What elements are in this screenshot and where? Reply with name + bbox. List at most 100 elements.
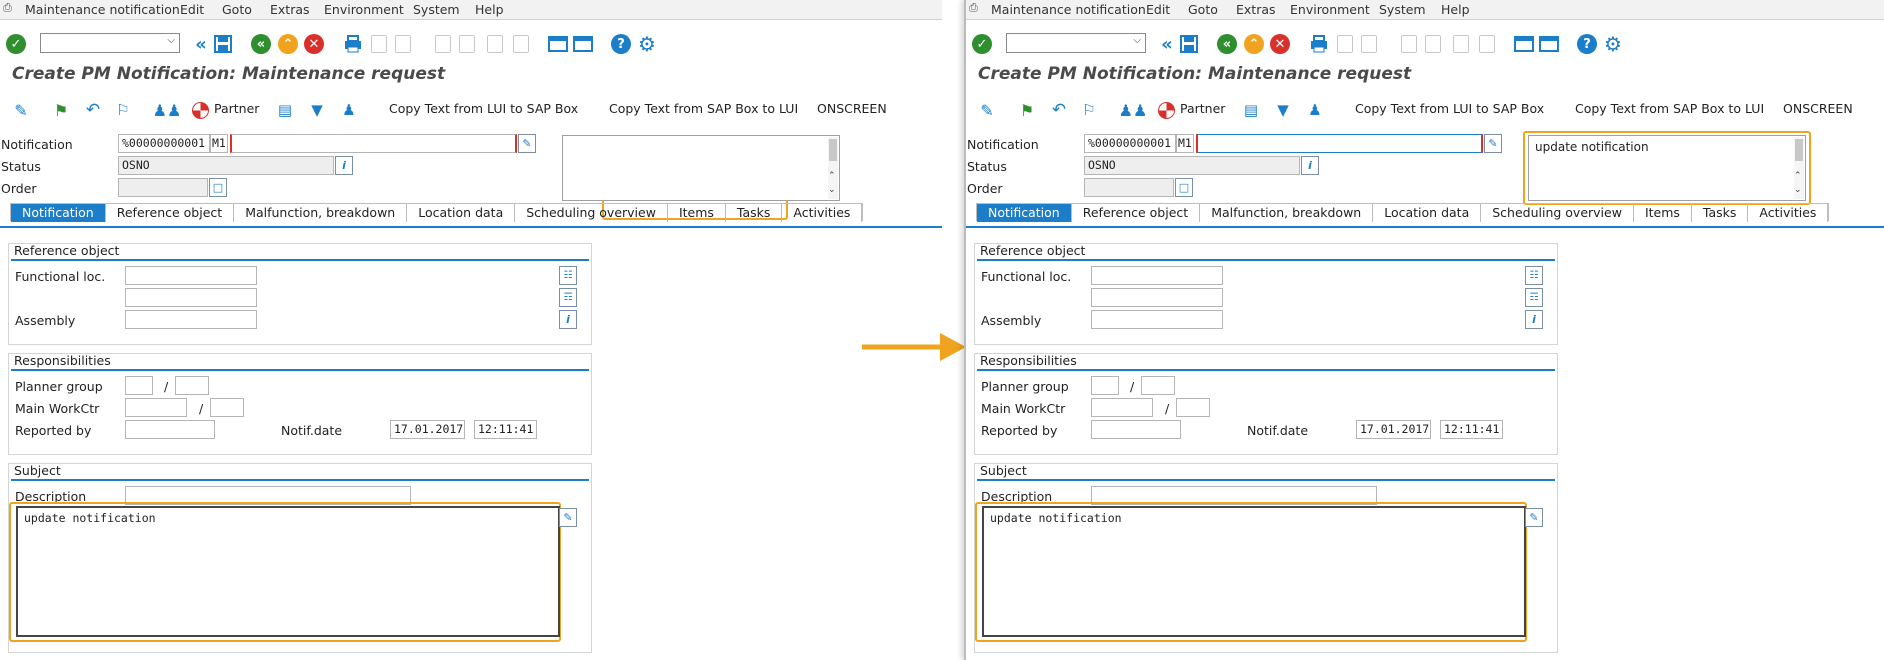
undo-icon[interactable]: ↶	[82, 99, 104, 121]
display-change-icon[interactable]: ✎	[976, 99, 998, 121]
long-text-edit-icon[interactable]: ✎	[1484, 134, 1502, 153]
create-session-icon[interactable]	[547, 33, 569, 55]
partner-button[interactable]: Partner	[1180, 101, 1225, 116]
menu-help[interactable]: Help	[1441, 2, 1470, 17]
sap-menu-icon[interactable]: ⎙	[3, 1, 12, 15]
main-workctr-input[interactable]	[125, 398, 187, 417]
reported-by-input[interactable]	[125, 420, 215, 439]
print-icon[interactable]	[1308, 33, 1330, 55]
onscreen-button[interactable]: ONSCREEN	[817, 101, 887, 116]
settings-gear-icon[interactable]: ⚙	[1602, 32, 1624, 56]
menu-system[interactable]: System	[413, 2, 460, 17]
info-icon[interactable]: i	[559, 310, 577, 329]
status-info-icon[interactable]: i	[335, 156, 353, 175]
tab-malfunction-breakdown[interactable]: Malfunction, breakdown	[234, 204, 408, 222]
tab-malfunction-breakdown[interactable]: Malfunction, breakdown	[1200, 204, 1374, 222]
download-icon[interactable]: ▼	[1272, 99, 1294, 121]
partner-icon[interactable]	[189, 99, 211, 121]
menu-help[interactable]: Help	[475, 2, 504, 17]
double-left-icon[interactable]: «	[1156, 33, 1178, 55]
tab-items[interactable]: Items	[668, 204, 726, 222]
copy-lui-to-sap-button[interactable]: Copy Text from LUI to SAP Box	[1355, 101, 1544, 116]
sap-menu-icon[interactable]: ⎙	[969, 1, 978, 15]
settings-gear-icon[interactable]: ⚙	[636, 32, 658, 56]
print-icon[interactable]	[342, 33, 364, 55]
save-icon[interactable]	[1178, 33, 1200, 55]
menu-edit[interactable]: Edit	[180, 2, 204, 17]
tab-reference-object[interactable]: Reference object	[1072, 204, 1201, 222]
checkered-flag-icon[interactable]: ⚐	[1078, 99, 1100, 121]
download-icon[interactable]: ▼	[306, 99, 328, 121]
help-icon[interactable]: ?	[610, 33, 632, 55]
exit-icon[interactable]: ⌃	[277, 33, 299, 55]
command-field[interactable]: ⌵	[1006, 33, 1146, 53]
assembly-input[interactable]	[1091, 310, 1223, 329]
command-field[interactable]: ⌵	[40, 33, 180, 53]
long-text-editor[interactable]: update notification	[16, 506, 560, 637]
tab-scheduling-overview[interactable]: Scheduling overview	[1481, 204, 1634, 222]
menu-extras[interactable]: Extras	[270, 2, 310, 17]
back-icon[interactable]: «	[250, 33, 272, 55]
tab-location-data[interactable]: Location data	[407, 204, 516, 222]
shortcut-icon[interactable]	[572, 33, 594, 55]
planner-group-input[interactable]	[1091, 376, 1119, 395]
notification-short-text-input[interactable]	[1196, 134, 1483, 153]
tab-activities[interactable]: Activities	[782, 204, 863, 222]
notif-date-input[interactable]: 17.01.2017	[390, 420, 465, 439]
assembly-input[interactable]	[125, 310, 257, 329]
functional-loc-input[interactable]	[125, 266, 257, 285]
copy-lui-to-sap-button[interactable]: Copy Text from LUI to SAP Box	[389, 101, 578, 116]
tab-tasks[interactable]: Tasks	[1692, 204, 1749, 222]
hierarchy-icon[interactable]: ☶	[559, 288, 577, 307]
menu-system[interactable]: System	[1379, 2, 1426, 17]
workctr-plant-input[interactable]	[1176, 398, 1210, 417]
cancel-icon[interactable]: ✕	[1269, 33, 1291, 55]
status-info-icon[interactable]: i	[1301, 156, 1319, 175]
lui-text-scrollbar[interactable]: ⌃ ⌄	[1794, 137, 1804, 199]
list-icon[interactable]: ▤	[1240, 99, 1262, 121]
create-session-icon[interactable]	[1513, 33, 1535, 55]
notif-time-input[interactable]: 12:11:41	[474, 420, 537, 439]
planning-plant-input[interactable]	[175, 376, 209, 395]
help-icon[interactable]: ?	[1576, 33, 1598, 55]
copy-sap-to-lui-button[interactable]: Copy Text from SAP Box to LUI	[609, 101, 798, 116]
lui-text-box[interactable]	[562, 135, 840, 201]
flag-icon[interactable]: ⚑	[1016, 99, 1038, 121]
display-change-icon[interactable]: ✎	[10, 99, 32, 121]
back-icon[interactable]: «	[1216, 33, 1238, 55]
menu-maintenance-notification[interactable]: Maintenance notification	[991, 2, 1146, 17]
notif-date-input[interactable]: 17.01.2017	[1356, 420, 1431, 439]
users-icon[interactable]: ♟♟	[153, 99, 182, 121]
planning-plant-input[interactable]	[1141, 376, 1175, 395]
structure-icon[interactable]: ☷	[559, 266, 577, 285]
save-icon[interactable]	[212, 33, 234, 55]
create-order-icon[interactable]: □	[209, 178, 227, 197]
long-text-edit-button-icon[interactable]: ✎	[1525, 508, 1543, 527]
list-icon[interactable]: ▤	[274, 99, 296, 121]
reported-by-input[interactable]	[1091, 420, 1181, 439]
menu-extras[interactable]: Extras	[1236, 2, 1276, 17]
notification-short-text-input[interactable]	[230, 134, 517, 153]
checkered-flag-icon[interactable]: ⚐	[112, 99, 134, 121]
user-list-icon[interactable]: ♟	[338, 99, 360, 121]
structure-icon[interactable]: ☷	[1525, 266, 1543, 285]
hierarchy-icon[interactable]: ☶	[1525, 288, 1543, 307]
notif-time-input[interactable]: 12:11:41	[1440, 420, 1503, 439]
main-workctr-input[interactable]	[1091, 398, 1153, 417]
lui-text-box[interactable]: update notification	[1528, 135, 1806, 201]
menu-goto[interactable]: Goto	[1188, 2, 1218, 17]
cancel-icon[interactable]: ✕	[303, 33, 325, 55]
users-icon[interactable]: ♟♟	[1119, 99, 1148, 121]
tab-location-data[interactable]: Location data	[1373, 204, 1482, 222]
long-text-edit-icon[interactable]: ✎	[518, 134, 536, 153]
exit-icon[interactable]: ⌃	[1243, 33, 1265, 55]
undo-icon[interactable]: ↶	[1048, 99, 1070, 121]
partner-icon[interactable]	[1155, 99, 1177, 121]
tab-tasks[interactable]: Tasks	[726, 204, 783, 222]
long-text-edit-button-icon[interactable]: ✎	[559, 508, 577, 527]
double-left-icon[interactable]: «	[190, 33, 212, 55]
tab-scheduling-overview[interactable]: Scheduling overview	[515, 204, 668, 222]
flag-icon[interactable]: ⚑	[50, 99, 72, 121]
menu-environment[interactable]: Environment	[324, 2, 404, 17]
menu-environment[interactable]: Environment	[1290, 2, 1370, 17]
